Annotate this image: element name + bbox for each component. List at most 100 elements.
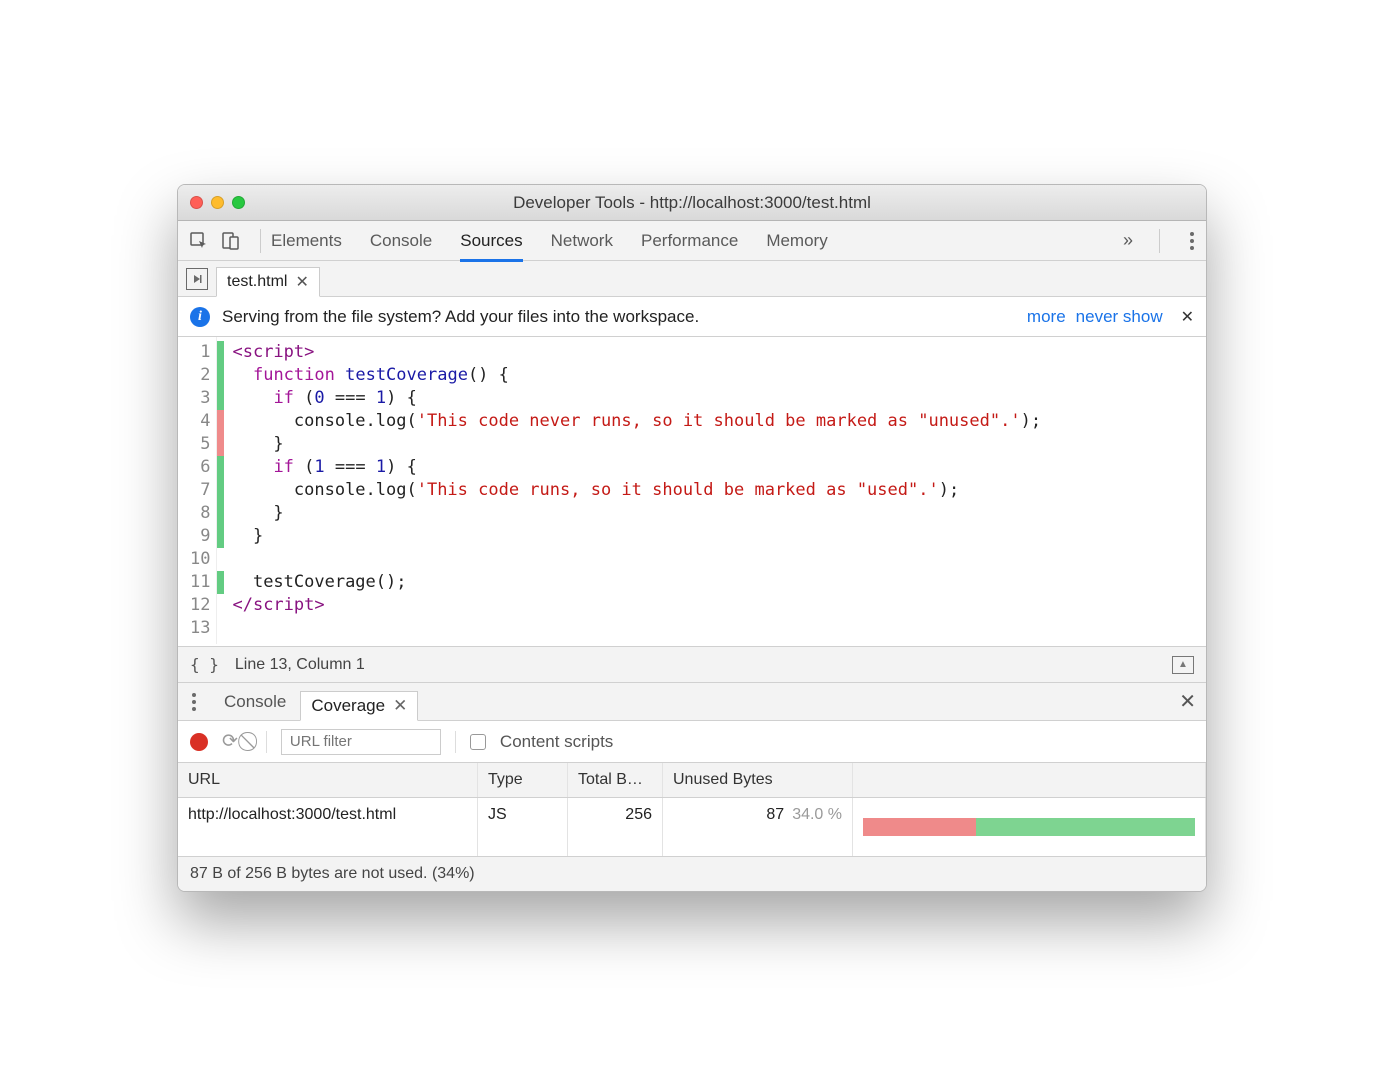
line-number[interactable]: 3 bbox=[190, 387, 210, 410]
code-line[interactable]: if (0 === 1) { bbox=[232, 387, 1206, 410]
main-tab-elements[interactable]: Elements bbox=[271, 221, 342, 261]
coverage-marker bbox=[217, 548, 224, 571]
code-line[interactable]: <script> bbox=[232, 341, 1206, 364]
coverage-row[interactable]: http://localhost:3000/test.htmlJS2568734… bbox=[178, 798, 1206, 856]
coverage-marker bbox=[217, 502, 224, 525]
coverage-marker bbox=[217, 433, 224, 456]
more-tabs-button[interactable]: » bbox=[1123, 230, 1133, 251]
content-scripts-label: Content scripts bbox=[500, 732, 613, 752]
cell-unused: 8734.0 % bbox=[663, 798, 853, 856]
line-number[interactable]: 8 bbox=[190, 502, 210, 525]
reload-icon[interactable]: ⟳ bbox=[222, 730, 238, 753]
device-toolbar-icon[interactable] bbox=[218, 228, 244, 254]
col-unused[interactable]: Unused Bytes bbox=[663, 763, 853, 797]
line-number[interactable]: 12 bbox=[190, 594, 210, 617]
cell-url: http://localhost:3000/test.html bbox=[178, 798, 478, 856]
line-number-gutter: 12345678910111213 bbox=[178, 337, 217, 644]
line-number[interactable]: 4 bbox=[190, 410, 210, 433]
cell-bar bbox=[853, 798, 1206, 856]
line-number[interactable]: 9 bbox=[190, 525, 210, 548]
minimize-window-button[interactable] bbox=[211, 196, 224, 209]
drawer-tab-coverage[interactable]: Coverage✕ bbox=[300, 691, 418, 721]
pretty-print-button[interactable]: { } bbox=[190, 655, 219, 674]
code-line[interactable]: console.log('This code runs, so it shoul… bbox=[232, 479, 1206, 502]
line-number[interactable]: 10 bbox=[190, 548, 210, 571]
coverage-marker bbox=[217, 571, 224, 594]
infobar-close-icon[interactable]: ✕ bbox=[1181, 307, 1194, 327]
coverage-marker bbox=[217, 525, 224, 548]
cell-type: JS bbox=[478, 798, 568, 856]
line-number[interactable]: 6 bbox=[190, 456, 210, 479]
code-line[interactable]: if (1 === 1) { bbox=[232, 456, 1206, 479]
traffic-lights bbox=[190, 196, 245, 209]
content-scripts-checkbox[interactable] bbox=[470, 734, 486, 750]
drawer-tab-bar: ConsoleCoverage✕ ✕ bbox=[178, 683, 1206, 721]
coverage-marker bbox=[217, 410, 224, 433]
code-line[interactable] bbox=[232, 617, 1206, 640]
coverage-marker bbox=[217, 479, 224, 502]
file-tab-bar: test.html ✕ bbox=[178, 261, 1206, 297]
line-number[interactable]: 1 bbox=[190, 341, 210, 364]
settings-menu-button[interactable] bbox=[1186, 228, 1198, 254]
show-navigator-button[interactable] bbox=[186, 268, 208, 290]
coverage-table: URL Type Total B… Unused Bytes http://lo… bbox=[178, 763, 1206, 891]
main-tab-console[interactable]: Console bbox=[370, 221, 432, 261]
main-tab-performance[interactable]: Performance bbox=[641, 221, 738, 261]
drawer-menu-button[interactable] bbox=[188, 689, 200, 715]
line-number[interactable]: 13 bbox=[190, 617, 210, 640]
info-icon: i bbox=[190, 307, 210, 327]
code-editor[interactable]: 12345678910111213 <script> function test… bbox=[178, 337, 1206, 647]
inspect-element-icon[interactable] bbox=[186, 228, 212, 254]
coverage-table-header: URL Type Total B… Unused Bytes bbox=[178, 763, 1206, 798]
coverage-marker bbox=[217, 594, 224, 617]
zoom-window-button[interactable] bbox=[232, 196, 245, 209]
line-number[interactable]: 11 bbox=[190, 571, 210, 594]
code-line[interactable]: </script> bbox=[232, 594, 1206, 617]
code-line[interactable]: } bbox=[232, 433, 1206, 456]
line-number[interactable]: 5 bbox=[190, 433, 210, 456]
code-line[interactable]: console.log('This code never runs, so it… bbox=[232, 410, 1206, 433]
code-line[interactable]: } bbox=[232, 525, 1206, 548]
infobar-text: Serving from the file system? Add your f… bbox=[222, 307, 699, 327]
close-window-button[interactable] bbox=[190, 196, 203, 209]
titlebar: Developer Tools - http://localhost:3000/… bbox=[178, 185, 1206, 221]
workspace-infobar: i Serving from the file system? Add your… bbox=[178, 297, 1206, 337]
code-line[interactable]: } bbox=[232, 502, 1206, 525]
window-title: Developer Tools - http://localhost:3000/… bbox=[190, 193, 1194, 213]
show-console-button[interactable]: ▲ bbox=[1172, 656, 1194, 674]
main-tab-network[interactable]: Network bbox=[551, 221, 613, 261]
main-tab-memory[interactable]: Memory bbox=[766, 221, 827, 261]
close-drawer-icon[interactable]: ✕ bbox=[1179, 689, 1196, 714]
separator bbox=[266, 731, 267, 753]
col-url[interactable]: URL bbox=[178, 763, 478, 797]
col-total[interactable]: Total B… bbox=[568, 763, 663, 797]
toolbar-separator bbox=[1159, 229, 1160, 253]
code-line[interactable] bbox=[232, 548, 1206, 571]
line-number[interactable]: 7 bbox=[190, 479, 210, 502]
col-bar bbox=[853, 763, 1206, 797]
infobar-never-show-link[interactable]: never show bbox=[1076, 307, 1163, 327]
separator bbox=[455, 731, 456, 753]
coverage-marker bbox=[217, 341, 224, 364]
toolbar-separator bbox=[260, 229, 261, 253]
code-content[interactable]: <script> function testCoverage() { if (0… bbox=[224, 337, 1206, 644]
coverage-toolbar: ⟳ ⃠ Content scripts bbox=[178, 721, 1206, 763]
line-number[interactable]: 2 bbox=[190, 364, 210, 387]
close-tab-icon[interactable]: ✕ bbox=[295, 272, 308, 292]
file-tab-test-html[interactable]: test.html ✕ bbox=[216, 267, 320, 297]
coverage-marker bbox=[217, 456, 224, 479]
drawer-tab-console[interactable]: Console bbox=[214, 687, 296, 717]
editor-status-bar: { } Line 13, Column 1 ▲ bbox=[178, 647, 1206, 683]
infobar-more-link[interactable]: more bbox=[1027, 307, 1066, 327]
cursor-position: Line 13, Column 1 bbox=[235, 656, 365, 674]
code-line[interactable]: function testCoverage() { bbox=[232, 364, 1206, 387]
record-button[interactable] bbox=[190, 733, 208, 751]
cell-total: 256 bbox=[568, 798, 663, 856]
coverage-marker bbox=[217, 364, 224, 387]
url-filter-input[interactable] bbox=[281, 729, 441, 755]
close-drawer-tab-icon[interactable]: ✕ bbox=[393, 696, 407, 716]
code-line[interactable]: testCoverage(); bbox=[232, 571, 1206, 594]
col-type[interactable]: Type bbox=[478, 763, 568, 797]
devtools-window: Developer Tools - http://localhost:3000/… bbox=[177, 184, 1207, 892]
main-tab-sources[interactable]: Sources bbox=[460, 221, 522, 261]
